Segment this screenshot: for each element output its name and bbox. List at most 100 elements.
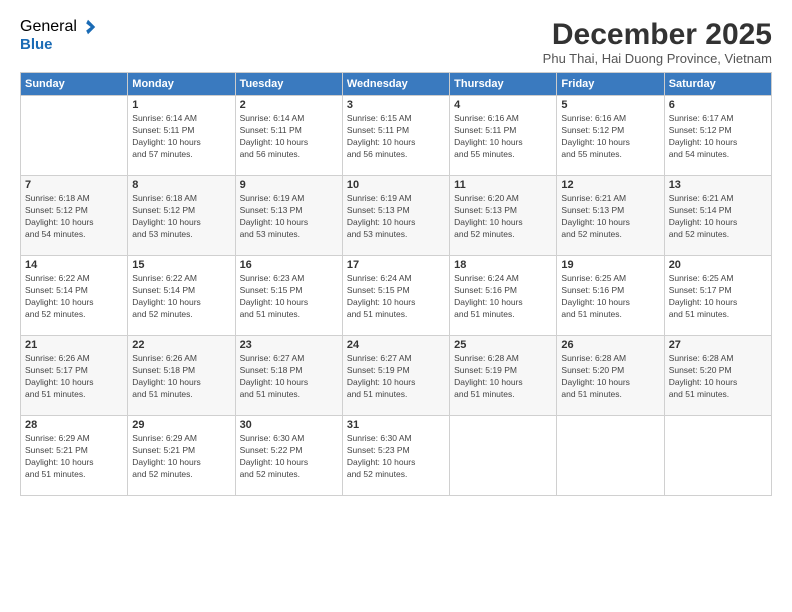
day-number: 3 [347,99,445,111]
day-number: 4 [454,99,552,111]
calendar-cell: 8 Sunrise: 6:18 AM Sunset: 5:12 PM Daylig… [128,176,235,256]
day-info: Sunrise: 6:18 AM Sunset: 5:12 PM Dayligh… [25,193,123,241]
day-info: Sunrise: 6:22 AM Sunset: 5:14 PM Dayligh… [132,273,230,321]
calendar-cell: 15 Sunrise: 6:22 AM Sunset: 5:14 PM Dayli… [128,256,235,336]
calendar-cell: 18Sunrise: 6:24 AM Sunset: 5:16 PM Dayli… [450,256,557,336]
day-number: 29 [132,419,230,431]
day-info: Sunrise: 6:26 AM Sunset: 5:17 PM Dayligh… [25,353,123,401]
day-number: 15 [132,259,230,271]
day-number: 27 [669,339,767,351]
day-info: Sunrise: 6:28 AM Sunset: 5:20 PM Dayligh… [669,353,767,401]
calendar-cell: 2Sunrise: 6:14 AM Sunset: 5:11 PM Daylig… [235,96,342,176]
header-tuesday: Tuesday [235,73,342,96]
calendar-page: General Blue December 2025 Phu Thai, Hai… [0,0,792,612]
calendar-cell: 3 Sunrise: 6:15 AM Sunset: 5:11 PM Daylig… [342,96,449,176]
day-number: 30 [240,419,338,431]
day-info: Sunrise: 6:14 AM Sunset: 5:11 PM Dayligh… [132,113,230,161]
calendar-cell: 21 Sunrise: 6:26 AM Sunset: 5:17 PM Dayli… [21,336,128,416]
calendar-cell: 14Sunrise: 6:22 AM Sunset: 5:14 PM Dayli… [21,256,128,336]
day-number: 19 [561,259,659,271]
day-number: 21 [25,339,123,351]
title-section: December 2025 Phu Thai, Hai Duong Provin… [543,18,772,66]
day-number: 31 [347,419,445,431]
day-number: 23 [240,339,338,351]
day-number: 24 [347,339,445,351]
header-monday: Monday [128,73,235,96]
logo-general: General [20,18,77,36]
day-number: 25 [454,339,552,351]
location-subtitle: Phu Thai, Hai Duong Province, Vietnam [543,51,772,66]
day-info: Sunrise: 6:24 AM Sunset: 5:16 PM Dayligh… [454,273,552,321]
day-number: 11 [454,179,552,191]
calendar-table: Sunday Monday Tuesday Wednesday Thursday… [20,72,772,496]
logo-blue: Blue [20,36,53,53]
day-number: 7 [25,179,123,191]
calendar-cell: 24 Sunrise: 6:27 AM Sunset: 5:19 PM Dayli… [342,336,449,416]
day-number: 13 [669,179,767,191]
day-number: 17 [347,259,445,271]
day-info: Sunrise: 6:29 AM Sunset: 5:21 PM Dayligh… [25,433,123,481]
header-thursday: Thursday [450,73,557,96]
calendar-cell: 13 Sunrise: 6:21 AM Sunset: 5:14 PM Dayli… [664,176,771,256]
calendar-cell: 26Sunrise: 6:28 AM Sunset: 5:20 PM Dayli… [557,336,664,416]
calendar-cell [21,96,128,176]
day-number: 20 [669,259,767,271]
calendar-week-4: 21 Sunrise: 6:26 AM Sunset: 5:17 PM Dayli… [21,336,772,416]
day-number: 8 [132,179,230,191]
calendar-week-1: 1 Sunrise: 6:14 AM Sunset: 5:11 PM Daylig… [21,96,772,176]
header: General Blue December 2025 Phu Thai, Hai… [20,18,772,66]
calendar-cell: 27 Sunrise: 6:28 AM Sunset: 5:20 PM Dayli… [664,336,771,416]
logo-blue-text: Blue [20,36,53,54]
day-number: 26 [561,339,659,351]
calendar-week-2: 7 Sunrise: 6:18 AM Sunset: 5:12 PM Daylig… [21,176,772,256]
calendar-cell: 9Sunrise: 6:19 AM Sunset: 5:13 PM Daylig… [235,176,342,256]
calendar-cell: 5Sunrise: 6:16 AM Sunset: 5:12 PM Daylig… [557,96,664,176]
calendar-cell: 23 Sunrise: 6:27 AM Sunset: 5:18 PM Dayli… [235,336,342,416]
calendar-cell: 10Sunrise: 6:19 AM Sunset: 5:13 PM Dayli… [342,176,449,256]
header-sunday: Sunday [21,73,128,96]
header-saturday: Saturday [664,73,771,96]
logo-icon [79,18,97,36]
calendar-cell [557,416,664,496]
day-info: Sunrise: 6:28 AM Sunset: 5:19 PM Dayligh… [454,353,552,401]
calendar-cell: 30 Sunrise: 6:30 AM Sunset: 5:22 PM Dayli… [235,416,342,496]
day-info: Sunrise: 6:14 AM Sunset: 5:11 PM Dayligh… [240,113,338,161]
day-info: Sunrise: 6:25 AM Sunset: 5:16 PM Dayligh… [561,273,659,321]
calendar-week-5: 28Sunrise: 6:29 AM Sunset: 5:21 PM Dayli… [21,416,772,496]
header-wednesday: Wednesday [342,73,449,96]
day-info: Sunrise: 6:30 AM Sunset: 5:23 PM Dayligh… [347,433,445,481]
calendar-cell: 31 Sunrise: 6:30 AM Sunset: 5:23 PM Dayli… [342,416,449,496]
day-info: Sunrise: 6:25 AM Sunset: 5:17 PM Dayligh… [669,273,767,321]
day-info: Sunrise: 6:30 AM Sunset: 5:22 PM Dayligh… [240,433,338,481]
calendar-cell: 16Sunrise: 6:23 AM Sunset: 5:15 PM Dayli… [235,256,342,336]
calendar-week-3: 14 Sunrise: 6:22 AM Sunset: 5:14 PM Dayli… [21,256,772,336]
day-info: Sunrise: 6:26 AM Sunset: 5:18 PM Dayligh… [132,353,230,401]
day-number: 12 [561,179,659,191]
calendar-cell: 12 Sunrise: 6:21 AM Sunset: 5:13 PM Dayli… [557,176,664,256]
day-info: Sunrise: 6:18 AM Sunset: 5:12 PM Dayligh… [132,193,230,241]
calendar-cell: 17Sunrise: 6:24 AM Sunset: 5:15 PM Dayli… [342,256,449,336]
calendar-cell [450,416,557,496]
day-info: Sunrise: 6:17 AM Sunset: 5:12 PM Dayligh… [669,113,767,161]
day-info: Sunrise: 6:29 AM Sunset: 5:21 PM Dayligh… [132,433,230,481]
calendar-cell: 29 Sunrise: 6:29 AM Sunset: 5:21 PM Dayli… [128,416,235,496]
day-info: Sunrise: 6:19 AM Sunset: 5:13 PM Dayligh… [347,193,445,241]
header-friday: Friday [557,73,664,96]
day-number: 1 [132,99,230,111]
calendar-cell [664,416,771,496]
calendar-cell: 19 Sunrise: 6:25 AM Sunset: 5:16 PM Dayli… [557,256,664,336]
logo-text: General [20,18,97,36]
day-info: Sunrise: 6:27 AM Sunset: 5:19 PM Dayligh… [347,353,445,401]
day-number: 22 [132,339,230,351]
day-number: 16 [240,259,338,271]
day-number: 14 [25,259,123,271]
day-number: 5 [561,99,659,111]
day-number: 9 [240,179,338,191]
day-number: 6 [669,99,767,111]
day-info: Sunrise: 6:21 AM Sunset: 5:13 PM Dayligh… [561,193,659,241]
calendar-cell: 1 Sunrise: 6:14 AM Sunset: 5:11 PM Daylig… [128,96,235,176]
day-info: Sunrise: 6:27 AM Sunset: 5:18 PM Dayligh… [240,353,338,401]
day-info: Sunrise: 6:15 AM Sunset: 5:11 PM Dayligh… [347,113,445,161]
calendar-cell: 22 Sunrise: 6:26 AM Sunset: 5:18 PM Dayli… [128,336,235,416]
day-info: Sunrise: 6:21 AM Sunset: 5:14 PM Dayligh… [669,193,767,241]
